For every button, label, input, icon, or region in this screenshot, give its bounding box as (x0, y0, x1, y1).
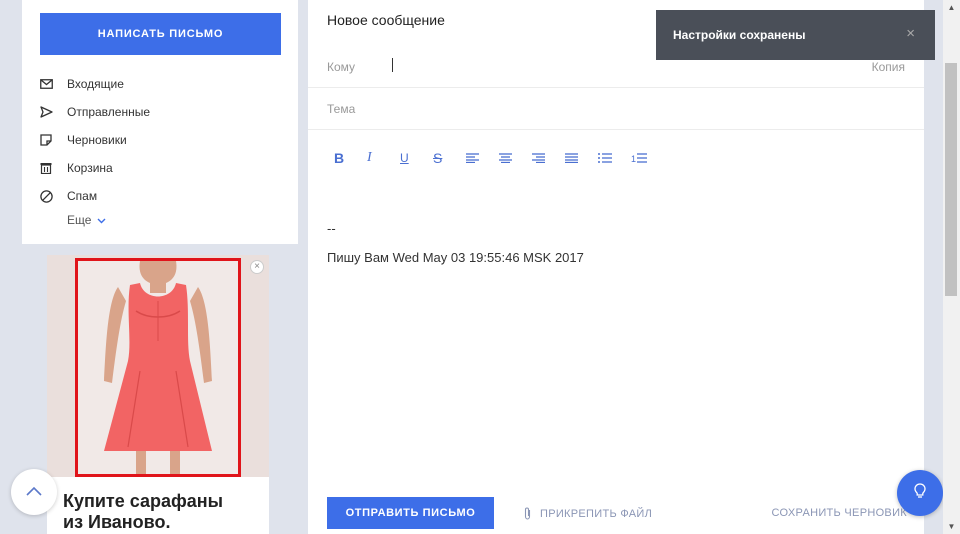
scroll-up-arrow-icon[interactable]: ▲ (943, 0, 960, 15)
align-left-icon[interactable] (466, 148, 499, 168)
subject-input[interactable] (378, 95, 908, 123)
page-scrollbar[interactable]: ▲ ▼ (943, 0, 960, 534)
trash-icon (39, 161, 53, 175)
scroll-down-arrow-icon[interactable]: ▼ (943, 519, 960, 534)
sidebar-item-label: Входящие (67, 77, 124, 91)
compose-panel: Новое сообщение Кому Копия Тема B I U S (308, 0, 924, 534)
text-caret (392, 58, 393, 72)
paperclip-icon (523, 507, 532, 520)
ad-headline[interactable]: Купите сарафаны из Иваново. (63, 491, 243, 533)
sidebar-item-label: Корзина (67, 161, 113, 175)
to-label: Кому (327, 60, 356, 74)
subject-row: Тема (308, 88, 924, 130)
compose-footer: ОТПРАВИТЬ ПИСЬМО ПРИКРЕПИТЬ ФАЙЛ СОХРАНИ… (308, 490, 924, 534)
format-toolbar: B I U S 1 (334, 148, 664, 168)
bullet-list-icon[interactable] (598, 148, 631, 168)
numbered-list-icon[interactable]: 1 (631, 148, 664, 168)
align-right-icon[interactable] (532, 148, 565, 168)
signature-text[interactable]: Пишу Вам Wed May 03 19:55:46 MSK 2017 (327, 250, 584, 265)
close-icon[interactable]: × (906, 25, 915, 42)
svg-text:1: 1 (631, 154, 636, 163)
sidebar-item-label: Черновики (67, 133, 127, 147)
bold-icon[interactable]: B (334, 148, 367, 168)
ad-banner[interactable]: × Купите сарафаны из Иваново. (47, 255, 269, 534)
chevron-down-icon (97, 216, 106, 227)
sidebar-item-trash[interactable]: Корзина (39, 154, 289, 182)
italic-icon[interactable]: I (367, 148, 400, 168)
folder-list: Входящие Отправленные Черновики Корзина … (39, 70, 289, 210)
more-label: Еще (67, 213, 92, 227)
scroll-to-top-button[interactable] (11, 469, 57, 515)
attach-file-button[interactable]: ПРИКРЕПИТЬ ФАЙЛ (523, 507, 652, 520)
sidebar-item-sent[interactable]: Отправленные (39, 98, 289, 126)
compose-title: Новое сообщение (327, 12, 445, 28)
subject-label: Тема (327, 102, 356, 116)
notification-toast: Настройки сохранены × (656, 10, 935, 60)
spam-block-icon (39, 189, 53, 203)
sidebar-item-label: Спам (67, 189, 98, 203)
sidebar-item-inbox[interactable]: Входящие (39, 70, 289, 98)
lightbulb-icon (914, 482, 926, 504)
scrollbar-thumb[interactable] (945, 63, 957, 296)
strikethrough-icon[interactable]: S (433, 148, 466, 168)
align-center-icon[interactable] (499, 148, 532, 168)
send-button[interactable]: ОТПРАВИТЬ ПИСЬМО (327, 497, 494, 529)
send-arrow-icon (39, 105, 53, 119)
underline-icon[interactable]: U (400, 148, 433, 168)
cc-button[interactable]: Копия (872, 60, 905, 74)
chevron-up-icon (26, 483, 42, 501)
save-draft-button[interactable]: СОХРАНИТЬ ЧЕРНОВИК (772, 507, 907, 519)
align-justify-icon[interactable] (565, 148, 598, 168)
sidebar-item-label: Отправленные (67, 105, 151, 119)
ad-close-button[interactable]: × (250, 260, 264, 274)
sidebar-item-spam[interactable]: Спам (39, 182, 289, 210)
sidebar-item-drafts[interactable]: Черновики (39, 126, 289, 154)
ad-image-frame (75, 258, 241, 477)
sidebar: НАПИСАТЬ ПИСЬМО Входящие Отправленные Че… (22, 0, 298, 244)
dress-model-illustration (78, 261, 238, 474)
signature-separator[interactable]: -- (327, 221, 336, 236)
compose-button[interactable]: НАПИСАТЬ ПИСЬМО (40, 13, 281, 55)
help-button[interactable] (897, 470, 943, 516)
ad-image: × (47, 255, 269, 477)
draft-doc-icon (39, 133, 53, 147)
envelope-icon (39, 77, 53, 91)
attach-label: ПРИКРЕПИТЬ ФАЙЛ (540, 507, 653, 520)
more-folders-toggle[interactable]: Еще (67, 213, 106, 227)
toast-message: Настройки сохранены (673, 28, 806, 42)
